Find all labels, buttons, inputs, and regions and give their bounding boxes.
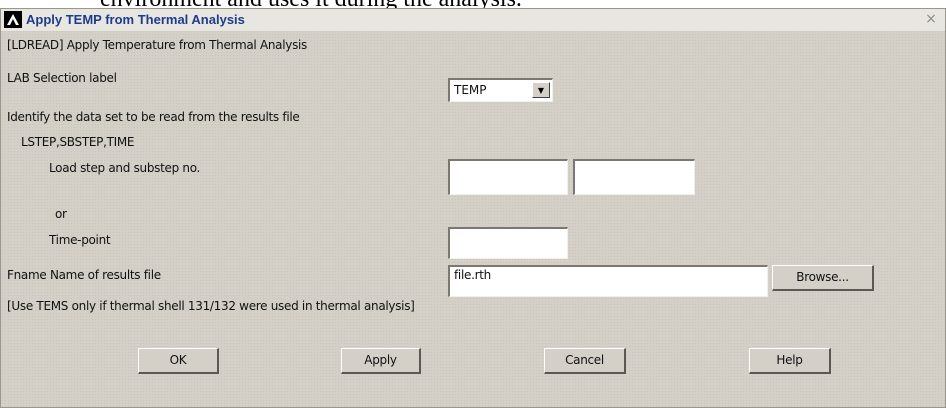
window-title: Apply TEMP from Thermal Analysis — [26, 12, 245, 27]
help-button[interactable]: Help — [749, 348, 831, 374]
background-caption-text: environment and uses it during the analy… — [100, 0, 940, 8]
or-label: or — [55, 207, 67, 221]
lab-select[interactable]: TEMP ▼ — [448, 78, 553, 102]
tems-note: [Use TEMS only if thermal shell 131/132 … — [7, 299, 415, 313]
time-point-label: Time-point — [49, 233, 111, 247]
load-step-input[interactable] — [448, 159, 568, 195]
fname-input[interactable]: file.rth — [448, 265, 768, 297]
substep-input[interactable] — [573, 159, 695, 195]
ok-button[interactable]: OK — [138, 348, 219, 374]
browse-button[interactable]: Browse... — [772, 265, 874, 291]
command-header: [LDREAD] Apply Temperature from Thermal … — [7, 38, 308, 52]
time-point-input[interactable] — [448, 227, 568, 259]
close-icon[interactable]: × — [923, 10, 939, 28]
lab-select-value: TEMP — [454, 83, 487, 97]
load-step-label: Load step and substep no. — [49, 161, 201, 175]
fname-label: Fname Name of results file — [7, 268, 161, 282]
identify-label: Identify the data set to be read from th… — [7, 110, 300, 124]
apply-temp-dialog: Apply TEMP from Thermal Analysis × [LDRE… — [0, 8, 946, 408]
chevron-down-icon[interactable]: ▼ — [532, 82, 550, 98]
apply-button[interactable]: Apply — [341, 348, 421, 374]
ansys-logo-icon — [4, 11, 22, 28]
title-bar[interactable]: Apply TEMP from Thermal Analysis × — [1, 9, 945, 31]
lab-label: LAB Selection label — [7, 71, 117, 85]
lstep-label: LSTEP,SBSTEP,TIME — [21, 135, 135, 149]
cancel-button[interactable]: Cancel — [544, 348, 626, 374]
